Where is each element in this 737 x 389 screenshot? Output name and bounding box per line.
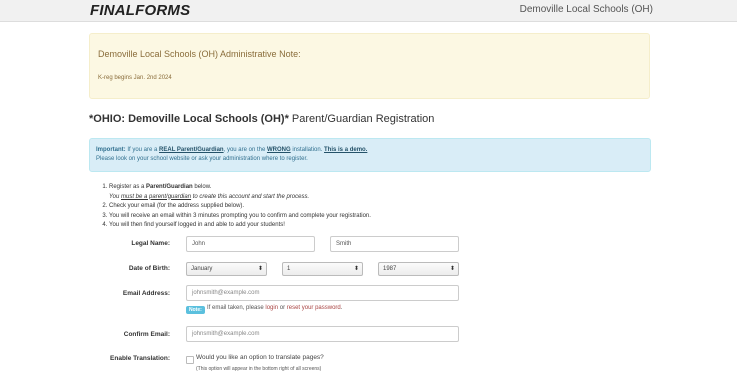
step-item: You will receive an email within 3 minut…	[109, 212, 509, 222]
enable-translation-label: Enable Translation:	[110, 355, 170, 362]
email-note-end: .	[340, 305, 343, 311]
translation-subtext: (This option will appear in the bottom r…	[196, 366, 322, 372]
email-input[interactable]: johnsmith@example.com	[186, 285, 459, 301]
step-bold: Parent/Guardian	[146, 184, 193, 190]
select-arrow-icon: ⬍	[353, 266, 359, 272]
info-text: , you are on the	[223, 147, 267, 153]
first-name-input[interactable]: John	[186, 236, 315, 252]
demo-link[interactable]: This is a demo.	[324, 147, 367, 153]
step-subnote: You must be a parent/guardian to create …	[109, 193, 509, 203]
legal-name-label: Legal Name:	[131, 240, 170, 247]
admin-note-box: Demoville Local Schools (OH) Administrat…	[89, 33, 650, 99]
step-subnote-text: to create this account and start the pro…	[191, 193, 310, 200]
dob-year-value: 1987	[383, 266, 397, 272]
page-title: *OHIO: Demoville Local Schools (OH)* Par…	[89, 113, 434, 125]
dob-month-value: January	[191, 266, 213, 272]
info-line-2: Please look on your school website or as…	[96, 156, 308, 162]
email-note-text: If email taken, please login or reset yo…	[207, 305, 342, 311]
dob-day-select[interactable]: 1 ⬍	[282, 262, 363, 276]
wrong-link[interactable]: WRONG	[267, 147, 291, 153]
translation-question: Would you like an option to translate pa…	[196, 354, 324, 361]
info-important: Important:	[96, 147, 126, 153]
translation-checkbox[interactable]	[186, 356, 194, 364]
dob-month-select[interactable]: January ⬍	[186, 262, 267, 276]
step-text: Register as a	[109, 184, 147, 190]
step-item: Check your email (for the address suppli…	[109, 202, 509, 212]
info-text: installation.	[290, 147, 325, 153]
step-item: Register as a Parent/Guardian below. You…	[109, 183, 509, 202]
select-arrow-icon: ⬍	[449, 266, 455, 272]
admin-note-title: Demoville Local Schools (OH) Administrat…	[98, 49, 301, 59]
email-label: Email Address:	[122, 290, 170, 297]
info-text: If you are a	[125, 147, 160, 153]
confirm-email-label: Confirm Email:	[123, 331, 170, 338]
page-title-bold: *OHIO: Demoville Local Schools (OH)*	[89, 113, 289, 125]
info-alert: Important: If you are a REAL Parent/Guar…	[89, 138, 651, 172]
select-arrow-icon: ⬍	[257, 266, 263, 272]
real-parent-link[interactable]: REAL Parent/Guardian	[159, 147, 224, 153]
confirm-email-input[interactable]: johnsmith@example.com	[186, 326, 459, 342]
step-item: You will then find yourself logged in an…	[109, 221, 509, 231]
login-link[interactable]: login	[265, 305, 278, 311]
last-name-input[interactable]: Smith	[330, 236, 459, 252]
email-note-or: or	[278, 305, 287, 311]
dob-day-value: 1	[287, 266, 291, 272]
page-title-rest: Parent/Guardian Registration	[288, 113, 435, 125]
info-line-1: Important: If you are a REAL Parent/Guar…	[96, 146, 644, 155]
step-text: below.	[192, 184, 212, 190]
registration-steps: Register as a Parent/Guardian below. You…	[98, 183, 509, 231]
org-name[interactable]: Demoville Local Schools (OH)	[520, 4, 653, 15]
admin-note-text: K-reg begins Jan. 2nd 2024	[98, 75, 172, 81]
top-navbar: FINALFORMS Demoville Local Schools (OH)	[0, 0, 737, 22]
step-subnote-text: You	[109, 193, 122, 200]
finalforms-logo[interactable]: FINALFORMS	[90, 2, 190, 19]
reset-password-link[interactable]: reset your password	[287, 305, 341, 311]
note-badge: Note:	[186, 306, 205, 314]
step-subnote-underline: must be a parent/guardian	[121, 193, 192, 200]
email-note-prefix: If email taken, please	[207, 305, 266, 311]
dob-label: Date of Birth:	[128, 265, 170, 272]
dob-year-select[interactable]: 1987 ⬍	[378, 262, 459, 276]
